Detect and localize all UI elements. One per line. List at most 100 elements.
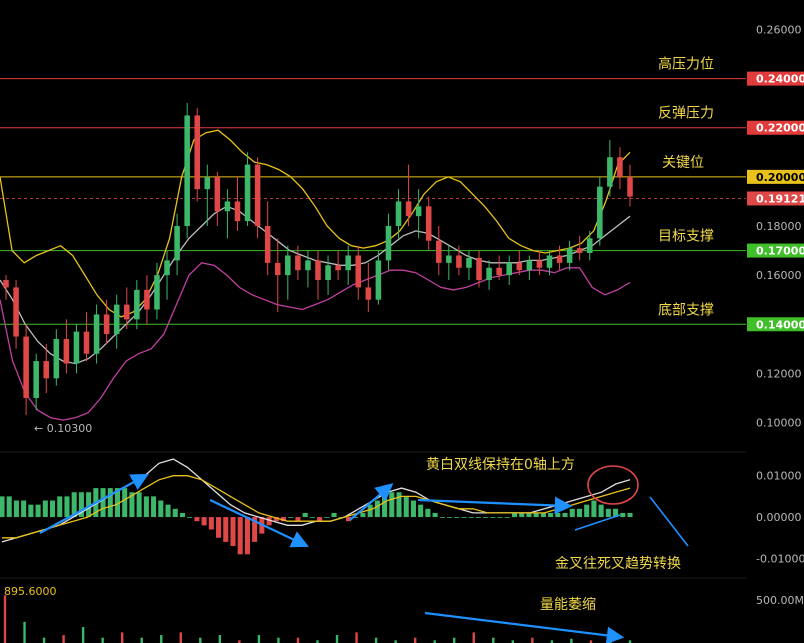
volume-bar — [570, 638, 573, 643]
macd-bar — [309, 517, 315, 518]
macd-bar — [0, 496, 5, 518]
candle-body — [607, 157, 613, 187]
volume-bar — [62, 635, 65, 643]
candle-body — [496, 267, 502, 276]
macd-bar — [475, 517, 481, 518]
candle-body — [446, 255, 452, 263]
macd-bar — [526, 512, 532, 518]
chart-background — [0, 0, 804, 643]
macd-bar — [122, 488, 128, 518]
candle-body — [13, 287, 19, 337]
macd-bar — [223, 517, 229, 542]
macd-bar — [244, 517, 250, 555]
macd-bar — [598, 504, 604, 518]
candle-body — [33, 361, 39, 398]
macd-bar — [569, 508, 575, 518]
macd-bar — [410, 500, 416, 518]
low-marker: ← 0.10300 — [34, 422, 92, 435]
candle-body — [244, 164, 251, 222]
candle-body — [556, 255, 563, 263]
candle-body — [164, 260, 170, 276]
candle-body — [566, 248, 573, 263]
level-annotation-3: 目标支撑 — [658, 229, 714, 245]
candle-body — [103, 314, 110, 335]
macd-bar — [143, 496, 149, 518]
price-tick-4: 0.10000 — [756, 417, 802, 430]
volume-bar — [42, 637, 46, 643]
candle-body — [586, 238, 593, 254]
macd-tick-1: 0.00000 — [756, 511, 802, 524]
macd-bar — [454, 517, 460, 518]
candle-body — [365, 287, 372, 300]
macd-note: 黄白双线保持在0轴上方 — [426, 456, 575, 473]
candle-body — [385, 226, 392, 261]
macd-bar — [374, 500, 380, 518]
volume-tick: 500.00M — [756, 594, 804, 607]
candle-body — [134, 289, 140, 320]
macd-bar — [418, 504, 424, 518]
volume-bar — [355, 632, 358, 643]
candle-body — [154, 275, 160, 310]
macd-bar — [13, 500, 19, 518]
macd-bar — [382, 496, 388, 518]
candle-body — [375, 260, 382, 300]
macd-bar — [6, 496, 12, 518]
candle-body — [576, 248, 583, 254]
macd-tick-2: -0.01000 — [756, 552, 804, 565]
volume-bar — [492, 637, 495, 643]
candle-body — [295, 255, 301, 271]
macd-bar — [331, 512, 337, 518]
current-price-tag-label: 0.19121 — [756, 192, 804, 205]
candle-body — [436, 240, 442, 263]
macd-bar — [288, 517, 294, 518]
macd-bar — [324, 517, 330, 518]
candle-body — [627, 176, 633, 197]
candle-body — [3, 280, 9, 288]
macd-bar — [64, 496, 70, 518]
macd-bar — [627, 512, 633, 518]
candle-body — [476, 257, 482, 281]
macd-bar — [194, 517, 200, 522]
candle-body — [53, 339, 60, 379]
candle-body — [506, 262, 512, 276]
price-tick-3: 0.12000 — [756, 367, 802, 380]
price-tick-0: 0.26000 — [756, 23, 802, 36]
volume-bar — [199, 637, 202, 643]
candle-body — [214, 176, 221, 212]
volume-bar — [335, 635, 339, 643]
candle-body — [113, 304, 120, 335]
macd-bar — [208, 517, 214, 530]
macd-bar — [620, 512, 626, 518]
macd-bar — [302, 512, 308, 518]
macd-bar — [230, 517, 236, 547]
price-tick-1: 0.18000 — [756, 220, 802, 233]
volume-note: 量能萎缩 — [540, 597, 596, 613]
macd-bar — [540, 512, 546, 518]
volume-bar — [179, 632, 182, 643]
volume-bar — [81, 627, 85, 643]
level-tag-1-label: 0.22000 — [756, 122, 804, 135]
candle-body — [355, 255, 362, 288]
volume-bar — [472, 632, 475, 643]
candle-body — [597, 186, 603, 239]
level-annotation-4: 底部支撑 — [658, 302, 714, 318]
candle-body — [184, 115, 190, 226]
macd-bar — [555, 512, 561, 518]
candle-body — [63, 339, 70, 364]
macd-bar — [360, 512, 366, 518]
macd-bar — [237, 517, 243, 555]
candle-body — [526, 260, 533, 271]
candle-body — [425, 206, 432, 241]
candle-body — [395, 201, 402, 226]
macd-bar — [107, 488, 113, 518]
macd-bar — [511, 512, 518, 518]
macd-bar — [266, 517, 272, 526]
level-annotation-1: 反弹压力 — [658, 106, 714, 122]
candle-body — [536, 260, 543, 268]
macd-bar — [584, 504, 590, 518]
macd-bar — [367, 504, 373, 518]
macd-bar — [165, 504, 171, 518]
candle-body — [466, 257, 472, 268]
volume-bar — [609, 637, 612, 643]
volume-bar — [101, 637, 104, 643]
